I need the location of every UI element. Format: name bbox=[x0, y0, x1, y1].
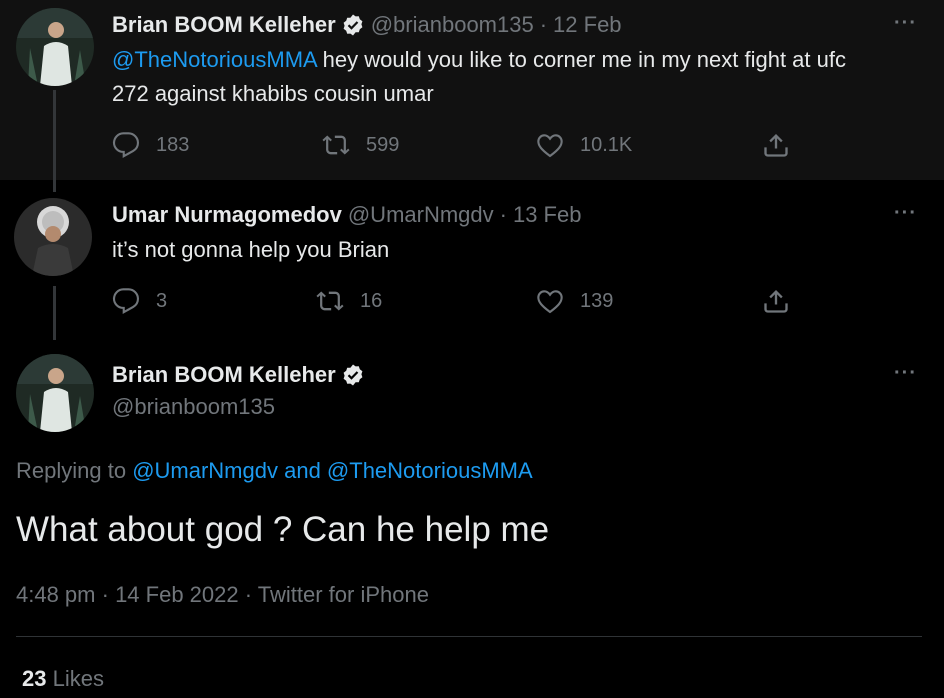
retweet-icon bbox=[316, 291, 344, 311]
tweet-header: Brian BOOM Kelleher @brianboom135 · 12 F… bbox=[112, 12, 622, 38]
avatar-brian[interactable] bbox=[16, 8, 94, 86]
author-name[interactable]: Brian BOOM Kelleher bbox=[112, 362, 336, 388]
separator-dot: · bbox=[539, 12, 548, 37]
more-icon[interactable]: ··· bbox=[894, 12, 917, 35]
thread-line bbox=[53, 180, 56, 192]
share-icon bbox=[764, 134, 788, 157]
reply-count: 3 bbox=[156, 289, 168, 312]
tweet-date[interactable]: 13 Feb bbox=[513, 202, 582, 228]
reply-button[interactable]: 183 bbox=[112, 130, 189, 160]
likes-link[interactable]: 23 Likes bbox=[22, 666, 104, 692]
mention-link[interactable]: @TheNotoriousMMA bbox=[112, 47, 317, 72]
reply-count: 183 bbox=[156, 133, 190, 156]
like-count: 10.1K bbox=[580, 133, 633, 156]
share-button[interactable] bbox=[762, 130, 806, 160]
thread-line bbox=[53, 90, 56, 180]
likes-count: 23 bbox=[22, 666, 47, 691]
retweet-count: 599 bbox=[366, 133, 400, 156]
avatar-umar[interactable] bbox=[14, 198, 92, 276]
like-count: 139 bbox=[580, 289, 614, 312]
reply-button[interactable]: 3 bbox=[112, 286, 167, 316]
author-name[interactable]: Brian BOOM Kelleher bbox=[112, 12, 336, 38]
reply-icon bbox=[112, 132, 140, 158]
like-button[interactable]: 139 bbox=[536, 286, 613, 316]
verified-icon bbox=[343, 364, 363, 386]
more-icon[interactable]: ··· bbox=[894, 202, 917, 225]
tweet-header: Umar Nurmagomedov @UmarNmgdv · 13 Feb bbox=[112, 202, 581, 228]
retweet-count: 16 bbox=[360, 289, 383, 312]
tweet-text: What about god ? Can he help me bbox=[16, 510, 550, 549]
tweet-text: it’s not gonna help you Brian bbox=[112, 237, 390, 262]
thread-line bbox=[53, 286, 56, 340]
tweet-time[interactable]: 4:48 pm bbox=[16, 582, 96, 607]
avatar-brian[interactable] bbox=[16, 354, 94, 432]
retweet-button[interactable]: 16 bbox=[316, 286, 382, 316]
tweet-text: @TheNotoriousMMA hey would you like to c… bbox=[112, 43, 922, 111]
tweet-handle-row: @brianboom135 bbox=[112, 394, 275, 420]
replying-to: Replying to @UmarNmgdv and @TheNotorious… bbox=[16, 458, 533, 484]
tweet-umar-reply[interactable]: Umar Nurmagomedov @UmarNmgdv · 13 Feb ··… bbox=[0, 180, 944, 340]
replying-and: and bbox=[277, 458, 327, 483]
tweet-meta: 4:48 pm · 14 Feb 2022 · Twitter for iPho… bbox=[16, 582, 429, 608]
author-handle[interactable]: @UmarNmgdv bbox=[348, 202, 494, 228]
replying-prefix: Replying to bbox=[16, 458, 133, 483]
tweet-text-line2: 272 against khabibs cousin umar bbox=[112, 81, 434, 106]
tweet-actions: 3 16 139 bbox=[112, 286, 812, 316]
tweet-text-part: hey would you like to corner me in my ne… bbox=[316, 47, 846, 72]
tweet-actions: 183 599 10.1K bbox=[112, 130, 812, 160]
tweet-source[interactable]: Twitter for iPhone bbox=[258, 582, 429, 607]
tweet-main-focused: Brian BOOM Kelleher @brianboom135 ··· Re… bbox=[0, 340, 944, 698]
retweet-button[interactable]: 599 bbox=[322, 130, 399, 160]
separator-dot: · bbox=[95, 582, 116, 607]
retweet-icon bbox=[322, 135, 350, 155]
author-name[interactable]: Umar Nurmagomedov bbox=[112, 202, 342, 228]
more-icon[interactable]: ··· bbox=[894, 362, 917, 385]
like-icon bbox=[537, 134, 563, 158]
verified-icon bbox=[343, 14, 363, 36]
reply-icon bbox=[112, 288, 140, 314]
mention-link[interactable]: @TheNotoriousMMA bbox=[327, 458, 533, 483]
author-handle[interactable]: @brianboom135 bbox=[371, 12, 534, 38]
divider bbox=[16, 636, 922, 637]
tweet-header: Brian BOOM Kelleher bbox=[112, 362, 371, 388]
separator-dot: · bbox=[499, 202, 507, 227]
like-icon bbox=[537, 290, 563, 314]
mention-link[interactable]: @UmarNmgdv bbox=[132, 458, 278, 483]
tweet-date[interactable]: 14 Feb 2022 bbox=[115, 582, 239, 607]
tweet-brian-original[interactable]: Brian BOOM Kelleher @brianboom135 · 12 F… bbox=[0, 0, 944, 180]
likes-label: Likes bbox=[52, 666, 104, 691]
separator-dot: · bbox=[238, 582, 258, 607]
like-button[interactable]: 10.1K bbox=[536, 130, 632, 160]
author-handle[interactable]: @brianboom135 bbox=[112, 394, 275, 420]
share-button[interactable] bbox=[762, 286, 806, 316]
tweet-date[interactable]: 12 Feb bbox=[553, 12, 622, 38]
share-icon bbox=[764, 290, 788, 313]
